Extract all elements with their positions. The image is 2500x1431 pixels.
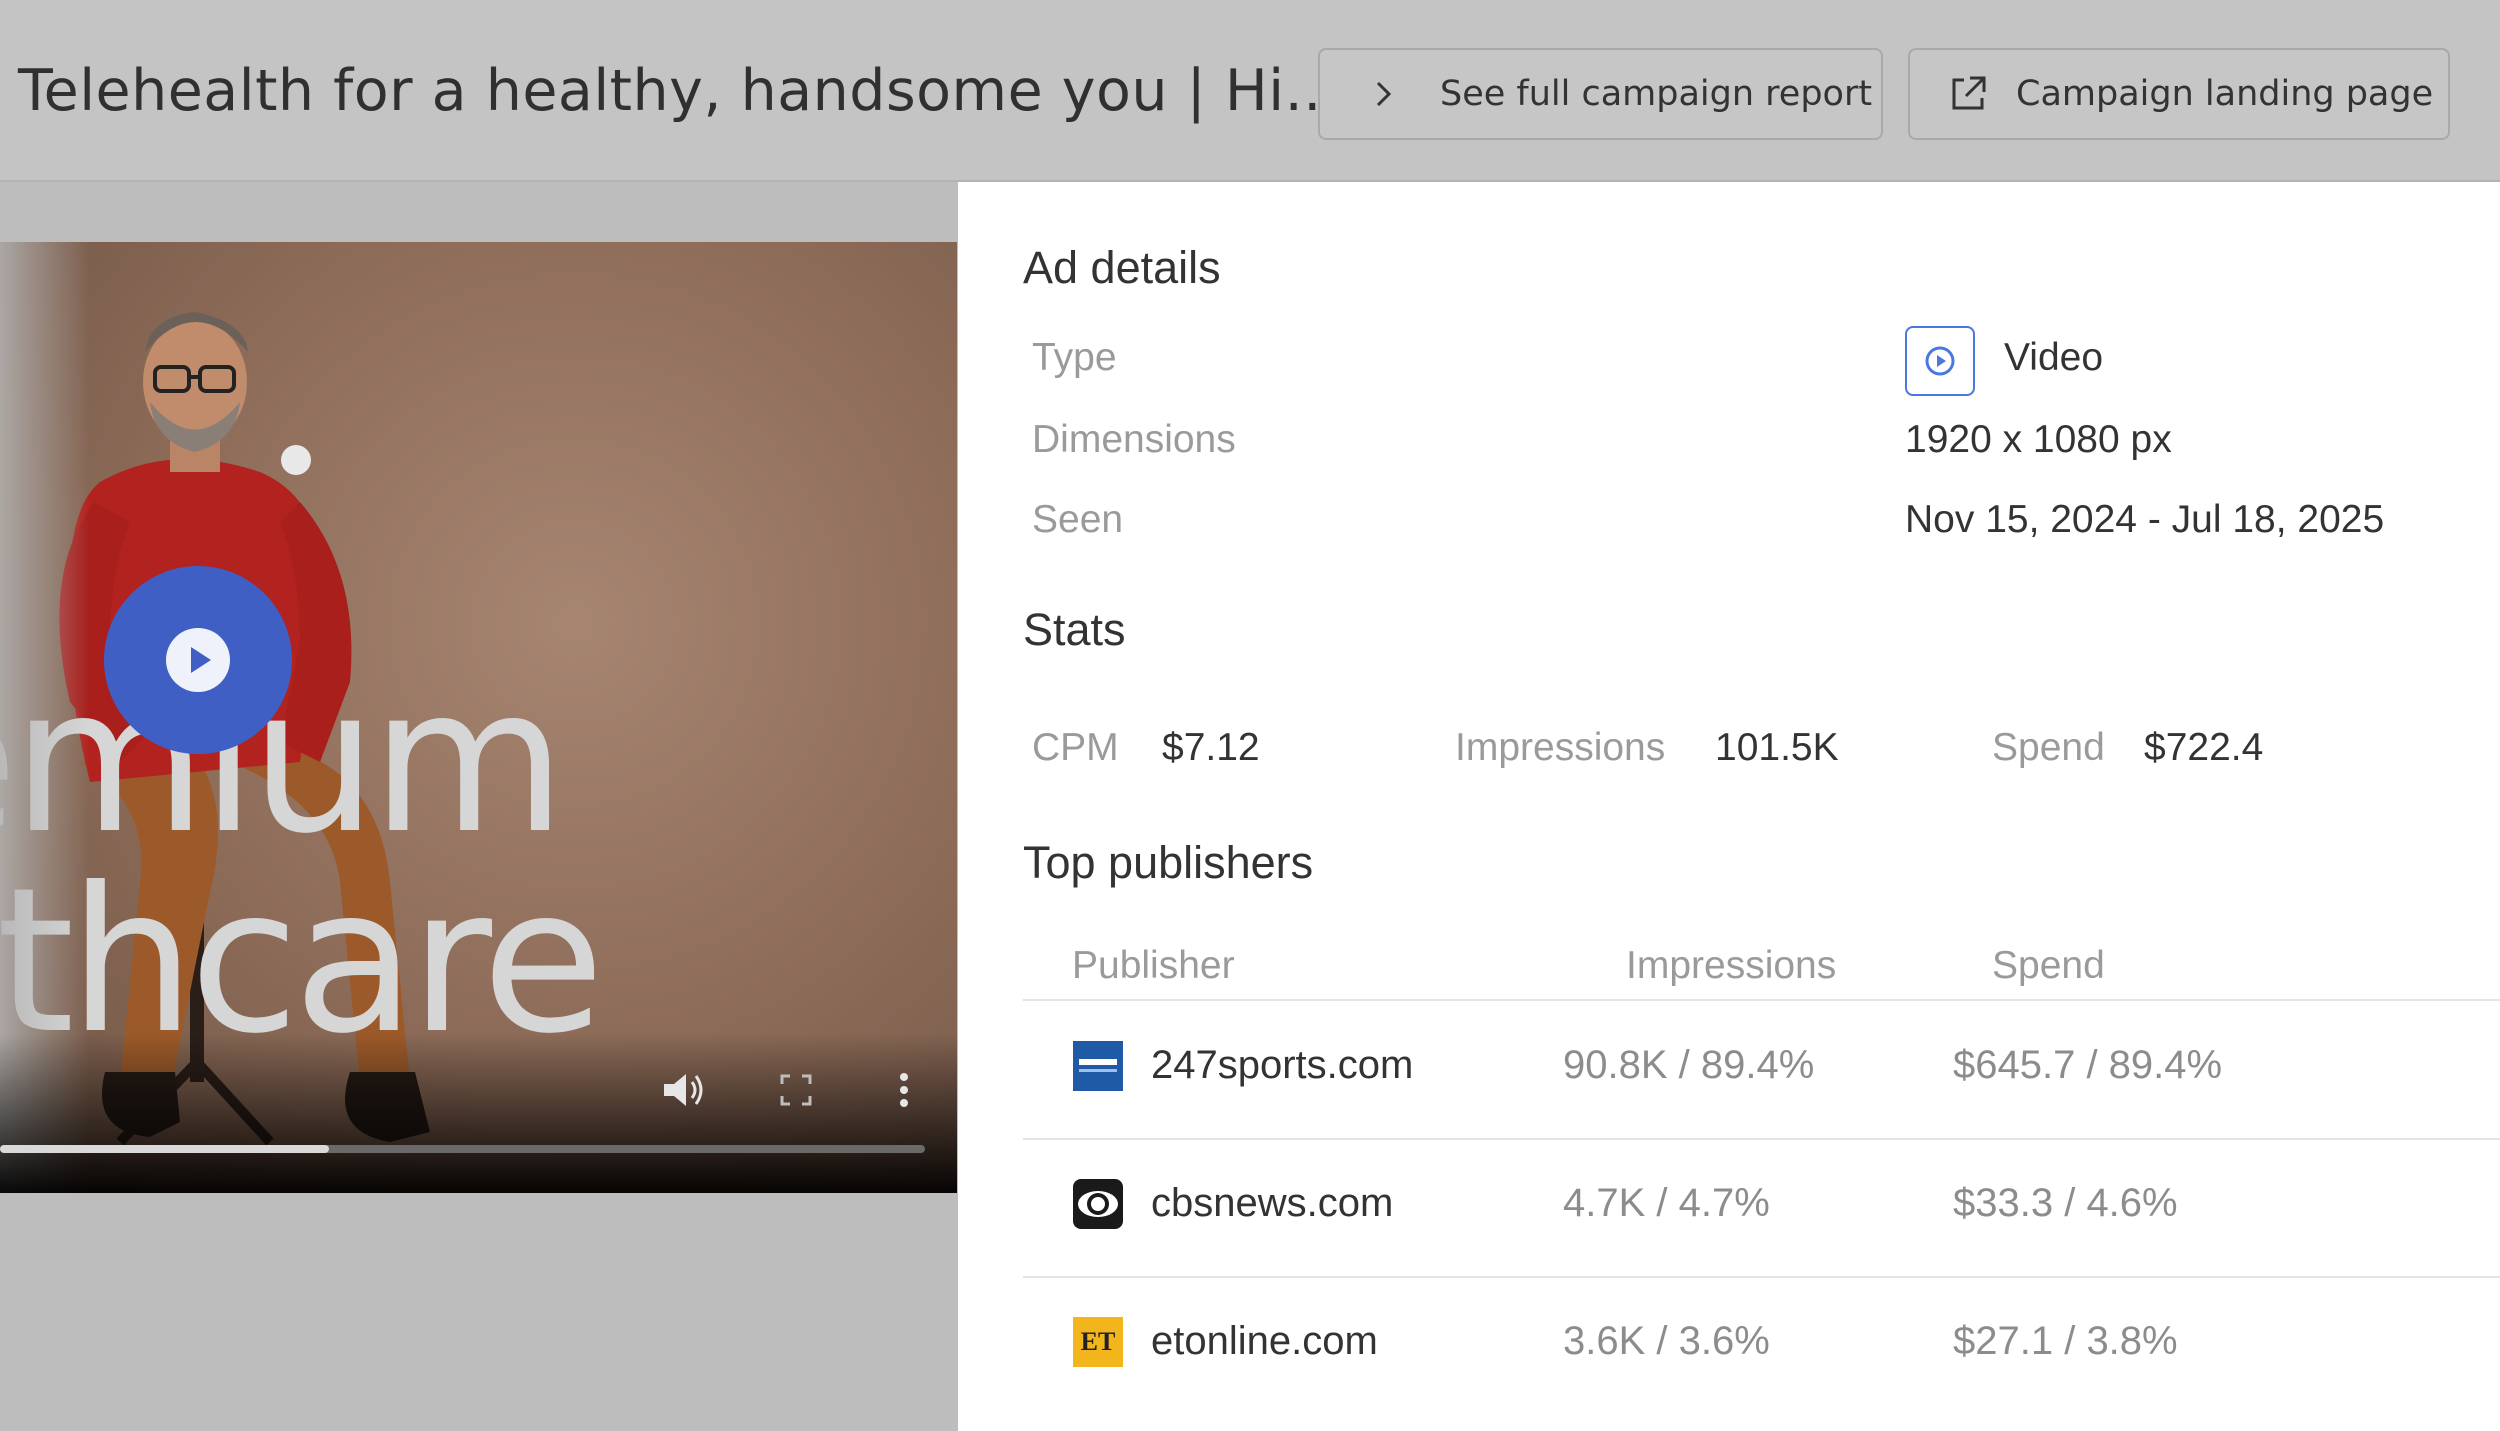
spend-value: $722.4 bbox=[2144, 726, 2264, 769]
cbs-eye-logo bbox=[1073, 1179, 1123, 1229]
cpm-value: $7.12 bbox=[1162, 726, 1260, 769]
publisher-spend: $645.7 / 89.4% bbox=[1953, 1043, 2223, 1087]
chevron-right-icon bbox=[1364, 80, 1404, 108]
fullscreen-icon[interactable] bbox=[780, 1074, 812, 1111]
more-options-icon[interactable] bbox=[899, 1072, 909, 1113]
publisher-name[interactable]: cbsnews.com bbox=[1151, 1181, 1393, 1226]
stats-heading: Stats bbox=[1023, 604, 1126, 655]
publisher-spend: $27.1 / 3.8% bbox=[1953, 1319, 2178, 1363]
page-title: Telehealth for a healthy, handsome you |… bbox=[18, 58, 1341, 124]
seen-label: Seen bbox=[1032, 498, 1124, 541]
cpm-label: CPM bbox=[1032, 726, 1119, 769]
publisher-impressions: 3.6K / 3.6% bbox=[1563, 1319, 1770, 1363]
volume-icon[interactable] bbox=[662, 1070, 706, 1115]
dimensions-label: Dimensions bbox=[1032, 418, 1236, 461]
table-row[interactable]: ET etonline.com 3.6K / 3.6% $27.1 / 3.8% bbox=[1023, 1277, 2500, 1415]
landing-button-label: Campaign landing page bbox=[2016, 74, 2434, 114]
video-player[interactable]: emium althcare bbox=[0, 242, 957, 1193]
publisher-impressions: 90.8K / 89.4% bbox=[1563, 1043, 1815, 1087]
dimensions-value: 1920 x 1080 px bbox=[1905, 418, 2172, 461]
type-label: Type bbox=[1032, 336, 1117, 379]
external-link-icon bbox=[1946, 74, 1990, 114]
247sports-logo bbox=[1073, 1041, 1123, 1091]
play-icon bbox=[166, 628, 230, 692]
publisher-impressions: 4.7K / 4.7% bbox=[1563, 1181, 1770, 1225]
video-controls-shade bbox=[0, 1033, 957, 1193]
seen-value: Nov 15, 2024 - Jul 18, 2025 bbox=[1905, 498, 2385, 541]
video-type-icon bbox=[1905, 326, 1975, 396]
see-full-campaign-report-button[interactable]: See full campaign report bbox=[1318, 48, 1883, 140]
ad-details-panel: Ad details Type Video Dimensions 1920 x … bbox=[958, 182, 2500, 1431]
publisher-name[interactable]: etonline.com bbox=[1151, 1319, 1378, 1364]
et-logo: ET bbox=[1073, 1317, 1123, 1367]
col-header-spend: Spend bbox=[1992, 944, 2105, 987]
table-row[interactable]: 247sports.com 90.8K / 89.4% $645.7 / 89.… bbox=[1023, 1001, 2500, 1139]
header-bar: Telehealth for a healthy, handsome you |… bbox=[0, 0, 2500, 182]
impressions-value: 101.5K bbox=[1715, 726, 1839, 769]
publisher-spend: $33.3 / 4.6% bbox=[1953, 1181, 2178, 1225]
col-header-impressions: Impressions bbox=[1626, 944, 1837, 987]
publisher-name[interactable]: 247sports.com bbox=[1151, 1043, 1413, 1088]
table-row[interactable]: cbsnews.com 4.7K / 4.7% $33.3 / 4.6% bbox=[1023, 1139, 2500, 1277]
video-progress-bar[interactable] bbox=[0, 1145, 925, 1153]
video-progress-fill bbox=[0, 1145, 330, 1153]
report-button-label: See full campaign report bbox=[1440, 74, 1873, 114]
top-publishers-heading: Top publishers bbox=[1023, 837, 1314, 888]
impressions-label: Impressions bbox=[1455, 726, 1666, 769]
ad-details-heading: Ad details bbox=[1023, 242, 1221, 293]
et-logo-text: ET bbox=[1080, 1327, 1116, 1356]
spend-label: Spend bbox=[1992, 726, 2105, 769]
play-button[interactable] bbox=[104, 566, 292, 754]
campaign-landing-page-button[interactable]: Campaign landing page bbox=[1908, 48, 2450, 140]
type-value: Video bbox=[2004, 336, 2104, 379]
col-header-publisher: Publisher bbox=[1072, 944, 1235, 987]
